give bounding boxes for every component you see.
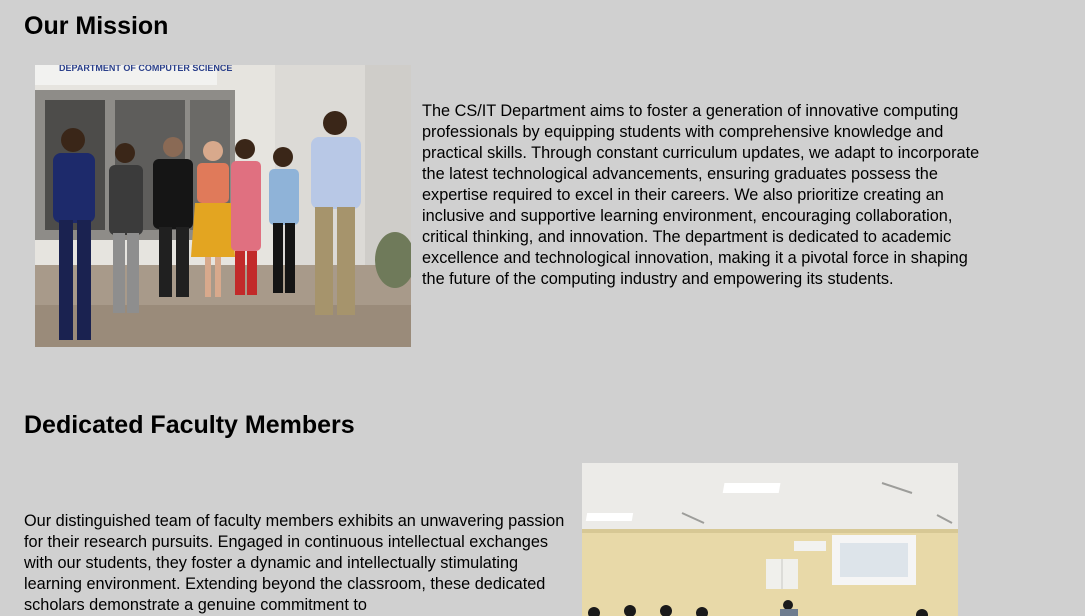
faculty-photo <box>582 463 958 616</box>
mission-photo: DEPARTMENT OF COMPUTER SCIENCE <box>35 65 411 347</box>
mission-paragraph: The CS/IT Department aims to foster a ge… <box>422 102 980 288</box>
group-photo-illustration: DEPARTMENT OF COMPUTER SCIENCE <box>35 65 411 347</box>
page: Our Mission DEPARTMENT OF COMPUTER SCIEN… <box>0 0 1085 616</box>
faculty-heading: Dedicated Faculty Members <box>24 411 355 439</box>
classroom-photo-illustration <box>582 463 958 616</box>
photo-sign-text: DEPARTMENT OF COMPUTER SCIENCE <box>59 65 232 73</box>
faculty-paragraph: Our distinguished team of faculty member… <box>24 512 565 614</box>
mission-heading: Our Mission <box>24 12 169 40</box>
